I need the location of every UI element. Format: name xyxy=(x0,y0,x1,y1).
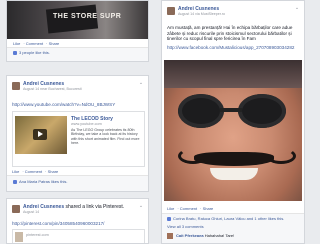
like-thumb-icon xyxy=(13,179,17,184)
likes-text[interactable]: Ana Maria Patras likes this. xyxy=(19,179,67,184)
commenter-avatar[interactable] xyxy=(167,233,173,239)
link-domain: www.youtube.com xyxy=(71,122,102,126)
link-domain: pinterest.com xyxy=(26,233,49,237)
post-meta[interactable]: August 14 near Bucharest, Bucuresti xyxy=(23,87,82,91)
comment-author[interactable]: Cait Pferkeaea xyxy=(176,233,204,238)
avatar[interactable] xyxy=(12,82,20,90)
post-meta[interactable]: August 14 xyxy=(23,210,39,214)
like-thumb-icon xyxy=(13,50,17,55)
comment-link[interactable]: Comment xyxy=(26,41,43,46)
post-meta[interactable]: August 14 via MustSleeper.ro xyxy=(178,12,225,16)
video-thumbnail[interactable] xyxy=(15,116,67,154)
chevron-down-icon[interactable]: ⌄ xyxy=(138,204,144,209)
post-actions: Like · Comment · Share xyxy=(13,41,60,46)
post-url[interactable]: http://www.youtube.com/watch?v=NdOU_8BJW… xyxy=(12,102,115,107)
avatar[interactable] xyxy=(167,7,175,15)
comment-text: Hahahaha! Tare! xyxy=(204,233,235,239)
chevron-down-icon[interactable]: ⌄ xyxy=(138,81,144,86)
link-description: As The LEGO Group celebrates its 80th Bi… xyxy=(71,128,140,146)
pin-thumbnail[interactable] xyxy=(15,232,23,242)
mustache-photo[interactable] xyxy=(164,60,302,201)
chevron-down-icon[interactable]: ⌄ xyxy=(294,6,300,11)
like-link[interactable]: Like xyxy=(13,41,20,46)
likes-bar: Corina Bratu, Raluca Ghiuri, Laura Vâlcu… xyxy=(162,213,304,243)
likes-text[interactable]: Corina Bratu, Raluca Ghiuri, Laura Vâlcu… xyxy=(173,216,284,221)
link-post-card: Andrei Cusnenes August 14 near Bucharest… xyxy=(6,75,149,192)
pinterest-post-card: Andrei Cusnenes shared a link via Pinter… xyxy=(6,198,149,244)
photo-post-card-main: Andrei Cusnenes August 14 via MustSleepe… xyxy=(161,0,305,244)
photo-post-card: THE STORE SUPR Like · Comment · Share 3 pe… xyxy=(6,0,149,62)
like-thumb-icon xyxy=(167,216,171,221)
like-link[interactable]: Like xyxy=(167,206,174,211)
store-photo[interactable]: THE STORE SUPR xyxy=(7,1,148,39)
likes-bar: Ana Maria Patras likes this. xyxy=(7,175,148,191)
post-actions: Like · Comment · Share xyxy=(167,206,214,211)
share-link[interactable]: Share xyxy=(49,41,60,46)
comment-link[interactable]: Comment xyxy=(180,206,197,211)
share-link[interactable]: Share xyxy=(48,169,59,174)
play-icon[interactable] xyxy=(33,129,47,140)
avatar[interactable] xyxy=(12,205,20,213)
store-photo-text: THE STORE SUPR xyxy=(53,13,122,20)
likes-bar: 3 people like this. xyxy=(7,47,148,61)
view-comments-link[interactable]: View all 3 comments xyxy=(167,224,204,229)
link-preview[interactable]: The LECOD Story www.youtube.com As The L… xyxy=(12,111,145,167)
post-actions: Like · Comment · Share xyxy=(12,169,59,174)
post-url[interactable]: http://pinterest.com/pin/340585409600032… xyxy=(12,221,104,226)
post-text: Am mustață, am prestanță! Hai în echipa … xyxy=(167,25,293,42)
share-link[interactable]: Share xyxy=(203,206,214,211)
comment-link[interactable]: Comment xyxy=(25,169,42,174)
post-extra: shared a link via Pinterest. xyxy=(65,204,125,210)
post-url[interactable]: http://www.facebook.com/Mustalicious/app… xyxy=(167,45,299,51)
likes-text[interactable]: 3 people like this. xyxy=(19,50,50,55)
like-link[interactable]: Like xyxy=(12,169,19,174)
